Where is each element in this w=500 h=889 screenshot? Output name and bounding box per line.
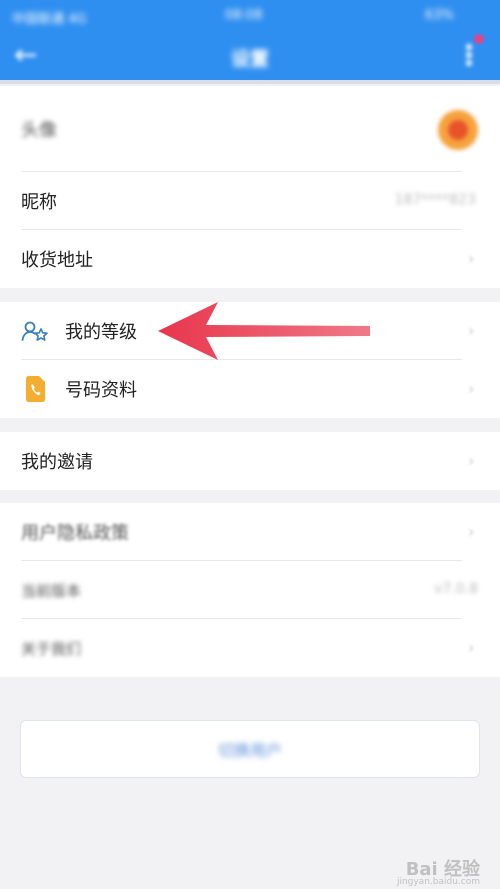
- star-user-icon: [21, 317, 49, 345]
- chevron-right-icon: ›: [468, 249, 475, 268]
- my-invite-row[interactable]: 我的邀请 ›: [0, 432, 500, 490]
- switch-user-button[interactable]: 切换用户: [20, 720, 480, 778]
- version-value: v7.0.8: [434, 581, 478, 597]
- avatar-label: 头像: [21, 120, 57, 141]
- about-section: 用户隐私政策 › 当前版本 v7.0.8 关于我们 ›: [0, 503, 500, 677]
- avatar-row[interactable]: 头像: [0, 86, 500, 172]
- address-row[interactable]: 收货地址 ›: [0, 230, 500, 288]
- privacy-policy-label: 用户隐私政策: [21, 523, 129, 544]
- header-divider: [0, 80, 500, 84]
- chevron-right-icon: ›: [468, 451, 475, 470]
- invite-section: 我的邀请 ›: [0, 432, 500, 490]
- chevron-right-icon: ›: [468, 638, 475, 657]
- nickname-value: 187****823: [394, 192, 476, 208]
- clock: 08:08: [225, 8, 263, 23]
- navigation-bar: ← 设置: [0, 30, 500, 80]
- about-us-row[interactable]: 关于我们 ›: [0, 619, 500, 677]
- number-info-row[interactable]: 号码资料 ›: [0, 360, 500, 418]
- avatar: [438, 110, 478, 150]
- nickname-label: 昵称: [21, 192, 57, 213]
- privacy-policy-row[interactable]: 用户隐私政策 ›: [0, 503, 500, 561]
- annotation-arrow-icon: [158, 302, 370, 360]
- number-info-label: 号码资料: [65, 380, 137, 401]
- nickname-row[interactable]: 昵称 187****823: [0, 172, 500, 230]
- switch-user-label: 切换用户: [217, 741, 282, 760]
- chevron-right-icon: ›: [468, 522, 475, 541]
- notification-dot: [474, 34, 484, 44]
- page-title: 设置: [230, 48, 269, 70]
- battery-level: 63%: [425, 8, 454, 23]
- more-menu-icon[interactable]: [464, 42, 474, 70]
- chevron-right-icon: ›: [468, 379, 475, 398]
- chevron-right-icon: ›: [468, 321, 475, 340]
- status-bar: 中国联通 4G 08:08 63%: [0, 0, 500, 30]
- my-invite-label: 我的邀请: [21, 452, 93, 473]
- version-label: 当前版本: [21, 581, 82, 600]
- profile-section: 头像 昵称 187****823 收货地址 ›: [0, 86, 500, 288]
- carrier-label: 中国联通 4G: [12, 12, 87, 27]
- watermark-domain: jingyan.baidu.com: [396, 877, 480, 887]
- version-row: 当前版本 v7.0.8: [0, 561, 500, 619]
- phone-document-icon: [21, 375, 49, 403]
- my-level-label: 我的等级: [65, 322, 137, 343]
- address-label: 收货地址: [21, 250, 93, 271]
- baidu-jingyan-watermark: Bai 经验 jingyan.baidu.com: [397, 855, 480, 887]
- about-us-label: 关于我们: [21, 639, 82, 658]
